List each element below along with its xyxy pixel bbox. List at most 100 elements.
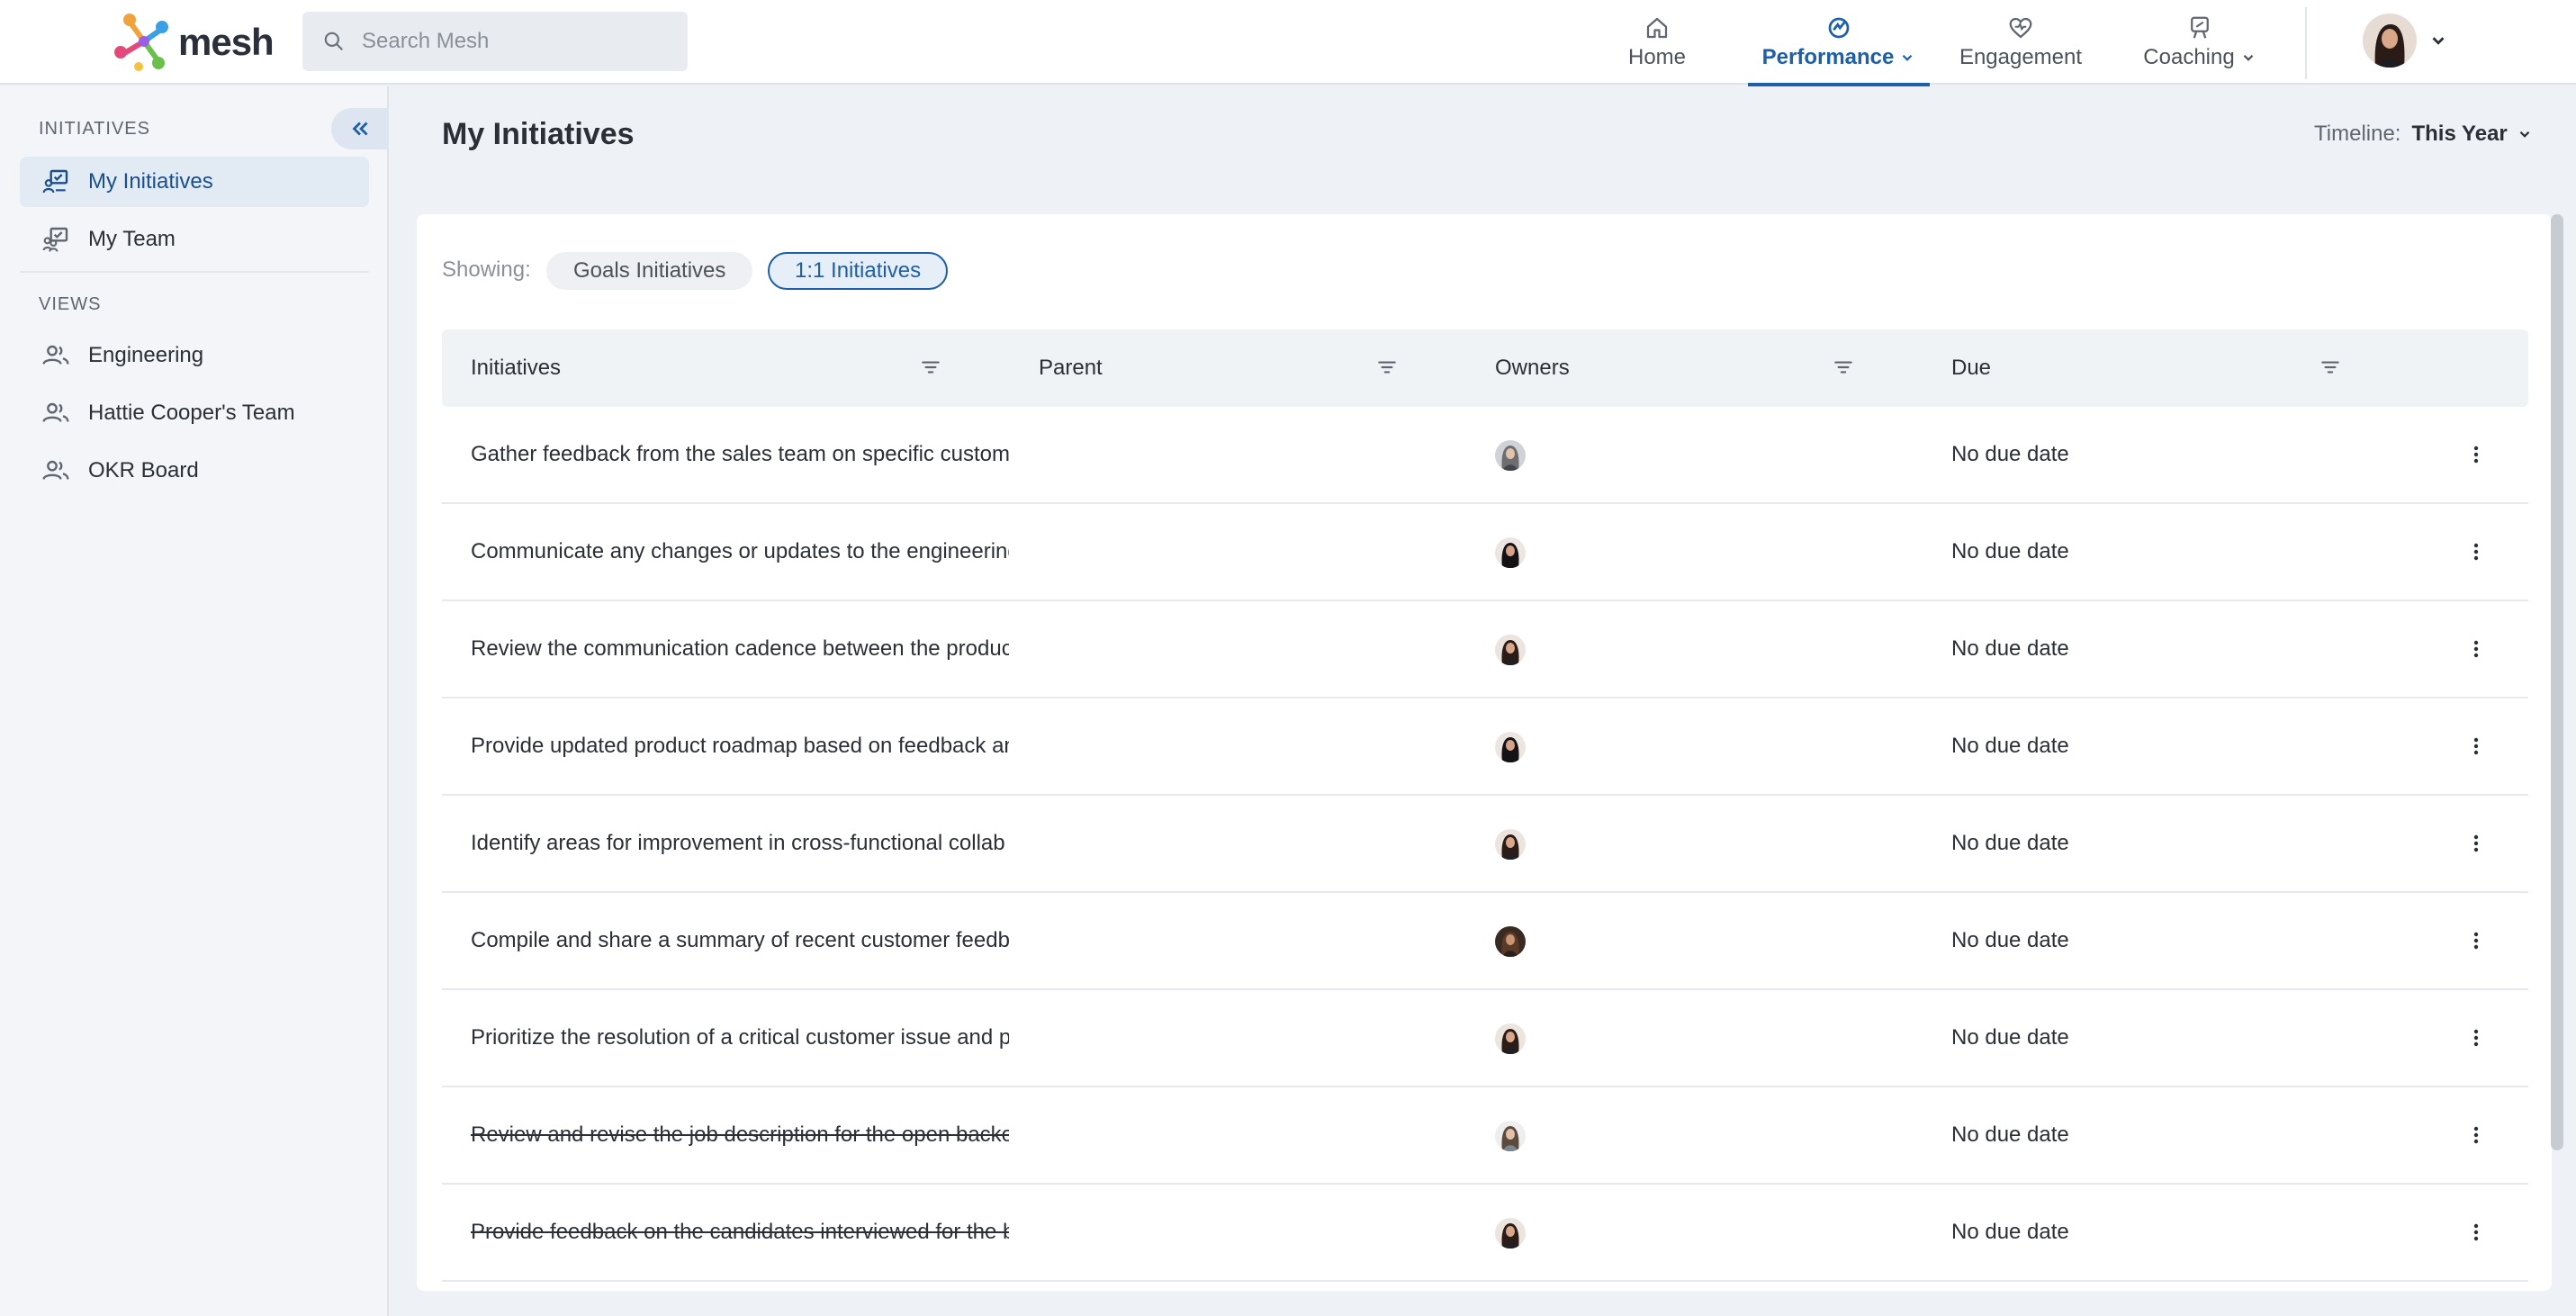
row-more-options-button[interactable] bbox=[2461, 1023, 2491, 1053]
initiative-title[interactable]: Provide updated product roadmap based on… bbox=[471, 699, 1009, 794]
more-vertical-icon bbox=[2473, 1223, 2479, 1241]
avatar-dark-woman bbox=[1495, 537, 1526, 568]
table-row[interactable]: Provide updated product roadmap based on… bbox=[442, 699, 2528, 796]
filter-icon[interactable] bbox=[919, 356, 942, 379]
row-more-options-button[interactable] bbox=[2461, 731, 2491, 762]
nav-engagement[interactable]: Engagement bbox=[1955, 0, 2086, 85]
initiative-title[interactable]: Prioritize the resolution of a critical … bbox=[471, 990, 1009, 1086]
avatar-gray-man bbox=[1495, 440, 1526, 471]
row-more-options-button[interactable] bbox=[2461, 828, 2491, 859]
people-icon bbox=[42, 402, 69, 422]
filter-icon[interactable] bbox=[1832, 356, 1855, 379]
row-more-options-button[interactable] bbox=[2461, 439, 2491, 470]
timeline-label: Timeline: bbox=[2314, 122, 2401, 146]
avatar-dark-woman bbox=[1495, 732, 1526, 762]
table-row[interactable]: Communicate any changes or updates to th… bbox=[442, 504, 2528, 601]
filter-icon[interactable] bbox=[1375, 356, 1399, 379]
column-header-owners[interactable]: Owners bbox=[1495, 329, 1570, 407]
chevron-down-icon bbox=[2243, 54, 2253, 61]
more-vertical-icon bbox=[2473, 932, 2479, 950]
due-date: No due date bbox=[1951, 1025, 2069, 1050]
avatar-woman bbox=[1495, 1218, 1526, 1248]
initiative-title[interactable]: Compile and share a summary of recent cu… bbox=[471, 893, 1009, 988]
account-chevron-down-icon[interactable] bbox=[2428, 31, 2448, 50]
user-avatar[interactable] bbox=[2363, 14, 2417, 68]
more-vertical-icon bbox=[2473, 640, 2479, 658]
chevron-down-icon bbox=[1903, 54, 1913, 61]
row-more-options-button[interactable] bbox=[2461, 925, 2491, 956]
row-more-options-button[interactable] bbox=[2461, 536, 2491, 567]
table-row[interactable]: Gather feedback from the sales team on s… bbox=[442, 407, 2528, 504]
avatar-man bbox=[1495, 1121, 1526, 1151]
table-header: Initiatives Parent Owners Due bbox=[442, 329, 2528, 407]
due-date: No due date bbox=[1951, 442, 2069, 466]
sidebar-item-label: My Initiatives bbox=[88, 169, 213, 194]
owner-avatar[interactable] bbox=[1495, 926, 1526, 957]
avatar-brown-woman bbox=[1495, 926, 1526, 957]
goals-initiatives-pill[interactable]: Goals Initiatives bbox=[546, 252, 753, 290]
sidebar-item-okr-board[interactable]: OKR Board bbox=[20, 446, 369, 496]
avatar-woman bbox=[1495, 1023, 1526, 1054]
search-input[interactable] bbox=[362, 29, 668, 54]
more-vertical-icon bbox=[2473, 834, 2479, 852]
due-date: No due date bbox=[1951, 1220, 2069, 1244]
table-row[interactable]: Identify areas for improvement in cross-… bbox=[442, 796, 2528, 893]
sidebar-item-my-initiatives[interactable]: My Initiatives bbox=[20, 157, 369, 207]
nav-performance-label: Performance bbox=[1761, 45, 1895, 69]
nav-divider bbox=[2305, 7, 2307, 79]
due-date: No due date bbox=[1951, 734, 2069, 758]
search-box[interactable] bbox=[302, 12, 688, 71]
initiative-title[interactable]: Communicate any changes or updates to th… bbox=[471, 504, 1009, 599]
nav-performance[interactable]: Performance bbox=[1748, 0, 1930, 86]
initiative-title[interactable]: Identify areas for improvement in cross-… bbox=[471, 796, 1009, 891]
sidebar-item-hattie-coopers-team[interactable]: Hattie Cooper's Team bbox=[20, 388, 369, 438]
due-date: No due date bbox=[1951, 636, 2069, 661]
table-row[interactable]: Review and revise the job description fo… bbox=[442, 1087, 2528, 1185]
row-more-options-button[interactable] bbox=[2461, 634, 2491, 664]
column-header-parent[interactable]: Parent bbox=[1039, 329, 1103, 407]
initiative-title[interactable]: Gather feedback from the sales team on s… bbox=[471, 407, 1009, 502]
nav-engagement-label: Engagement bbox=[1959, 45, 2083, 69]
table-row[interactable]: Provide feedback on the candidates inter… bbox=[442, 1185, 2528, 1282]
table-row[interactable]: Compile and share a summary of recent cu… bbox=[442, 893, 2528, 990]
more-vertical-icon bbox=[2473, 543, 2479, 561]
nav-home[interactable]: Home bbox=[1620, 0, 1694, 85]
vertical-scrollbar[interactable] bbox=[2551, 214, 2563, 1150]
owner-avatar[interactable] bbox=[1495, 440, 1526, 471]
filter-icon[interactable] bbox=[2319, 356, 2342, 379]
team-initiatives-icon bbox=[42, 227, 68, 252]
page-title: My Initiatives bbox=[442, 117, 635, 151]
table-row[interactable]: Review the communication cadence between… bbox=[442, 601, 2528, 699]
collapse-sidebar-button[interactable] bbox=[331, 108, 389, 149]
sidebar-item-my-team[interactable]: My Team bbox=[20, 214, 369, 265]
timeline-dropdown[interactable]: Timeline: This Year bbox=[2314, 122, 2533, 147]
brand-name: mesh bbox=[178, 21, 275, 63]
initiative-title[interactable]: Provide feedback on the candidates inter… bbox=[471, 1185, 1009, 1280]
owner-avatar[interactable] bbox=[1495, 732, 1526, 762]
owner-avatar[interactable] bbox=[1495, 537, 1526, 568]
one-on-one-initiatives-pill[interactable]: 1:1 Initiatives bbox=[768, 252, 949, 290]
engagement-icon bbox=[2009, 17, 2032, 39]
owner-avatar[interactable] bbox=[1495, 1023, 1526, 1054]
owner-avatar[interactable] bbox=[1495, 1218, 1526, 1248]
home-icon bbox=[1646, 17, 1668, 39]
sidebar-item-label: My Team bbox=[88, 227, 176, 251]
sidebar-item-engineering[interactable]: Engineering bbox=[20, 330, 369, 381]
initiative-title[interactable]: Review and revise the job description fo… bbox=[471, 1087, 1009, 1183]
avatar-woman bbox=[1495, 635, 1526, 665]
nav-coaching[interactable]: Coaching bbox=[2142, 0, 2257, 85]
table-row[interactable]: Prioritize the resolution of a critical … bbox=[442, 990, 2528, 1087]
owner-avatar[interactable] bbox=[1495, 635, 1526, 665]
owner-avatar[interactable] bbox=[1495, 829, 1526, 860]
row-more-options-button[interactable] bbox=[2461, 1217, 2491, 1248]
initiatives-icon bbox=[42, 169, 68, 194]
more-vertical-icon bbox=[2473, 446, 2479, 464]
mesh-logo[interactable]: mesh bbox=[112, 11, 275, 74]
top-header: mesh Home Performance Engagement bbox=[0, 0, 2576, 86]
sidebar-item-label: Hattie Cooper's Team bbox=[88, 401, 295, 425]
initiative-title[interactable]: Review the communication cadence between… bbox=[471, 601, 1009, 697]
column-header-initiatives[interactable]: Initiatives bbox=[471, 329, 561, 407]
owner-avatar[interactable] bbox=[1495, 1121, 1526, 1151]
row-more-options-button[interactable] bbox=[2461, 1120, 2491, 1150]
column-header-due[interactable]: Due bbox=[1951, 329, 1991, 407]
